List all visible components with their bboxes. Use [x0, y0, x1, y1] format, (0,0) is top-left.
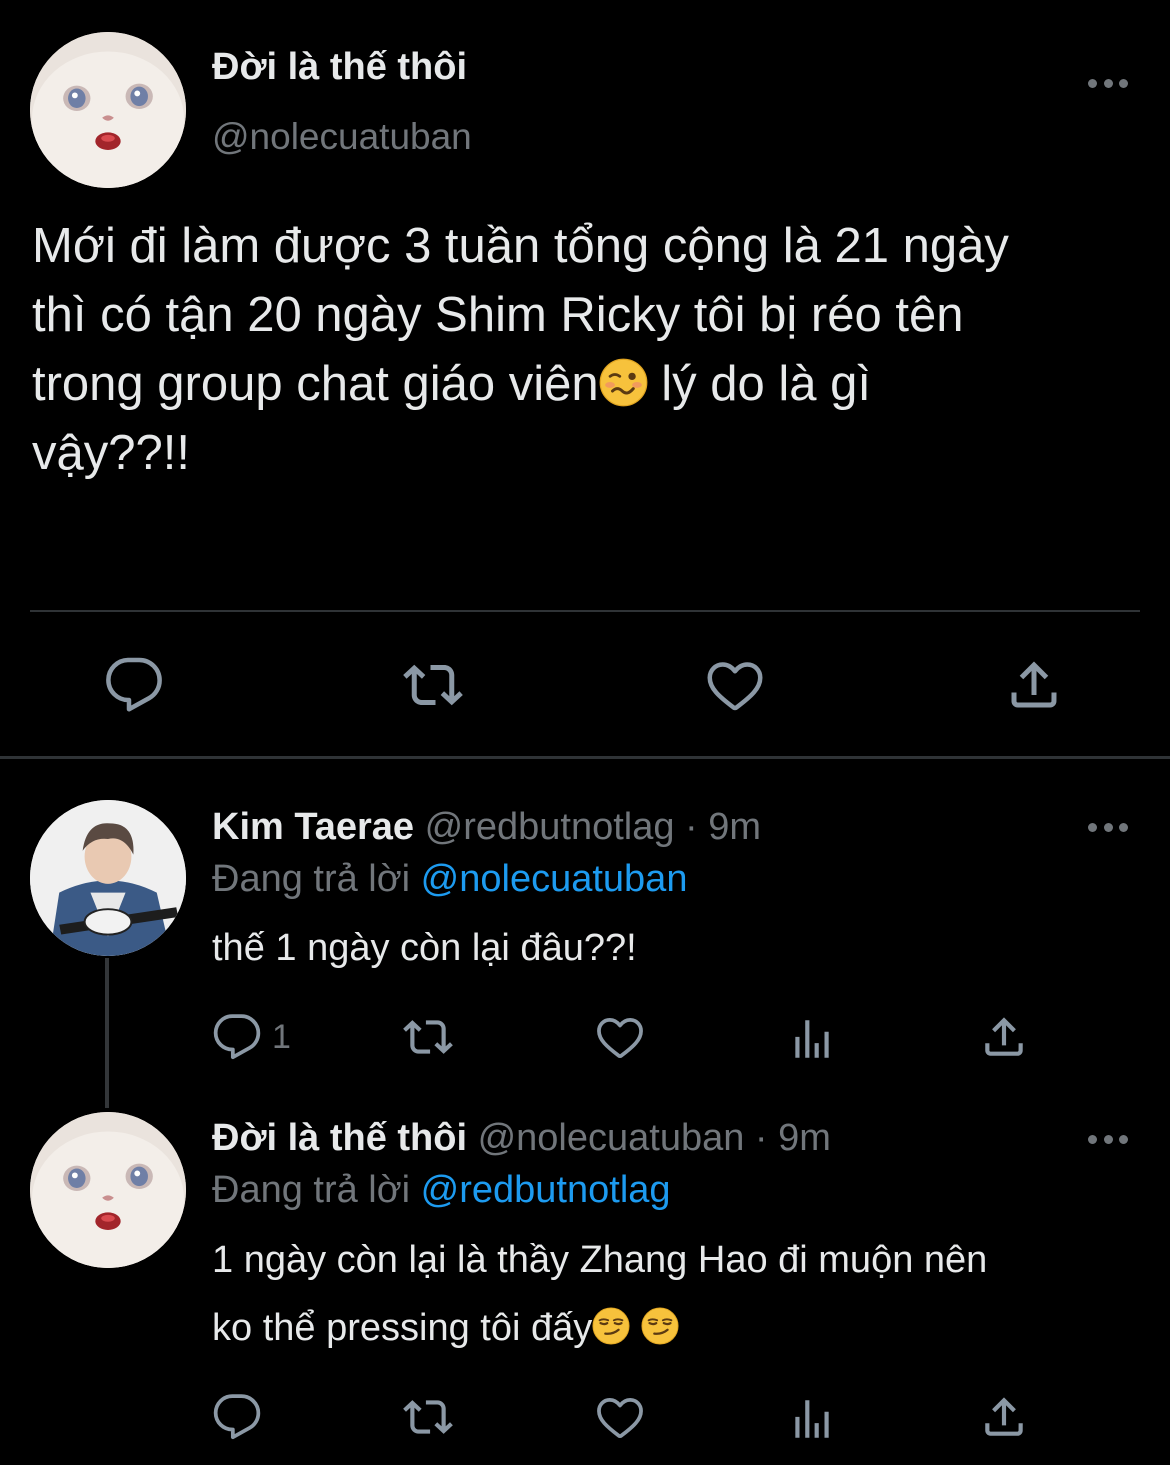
reply-button[interactable]: [212, 1392, 262, 1442]
author-name[interactable]: Đời là thế thôi: [212, 1117, 467, 1159]
share-button[interactable]: [978, 1012, 1030, 1062]
reply-header: Kim Taerae @redbutnotlag · 9m: [212, 806, 761, 849]
like-icon: [594, 1012, 646, 1062]
author-handle[interactable]: @redbutnotlag: [425, 806, 675, 848]
tweet-text: Mới đi làm được 3 tuần tổng cộng là 21 n…: [32, 219, 1009, 480]
woozy-face-emoji: [599, 358, 648, 407]
like-button[interactable]: [594, 1392, 646, 1442]
smirking-face-emoji: [592, 1307, 630, 1345]
retweet-button[interactable]: [400, 1392, 456, 1442]
author-name[interactable]: Đời là thế thôi: [212, 46, 467, 89]
author-name[interactable]: Kim Taerae: [212, 806, 414, 848]
analytics-icon: [786, 1394, 838, 1444]
mention-link[interactable]: @nolecuatuban: [421, 858, 688, 900]
divider: [30, 610, 1140, 612]
retweet-button[interactable]: [402, 655, 464, 715]
thread-connector: [105, 958, 109, 1108]
share-button[interactable]: [1004, 655, 1064, 715]
retweet-icon: [400, 1012, 456, 1062]
smirking-face-emoji: [641, 1307, 679, 1345]
replying-to: Đang trả lời @nolecuatuban: [212, 858, 688, 900]
share-button[interactable]: [978, 1392, 1030, 1442]
replying-to: Đang trả lời @redbutnotlag: [212, 1169, 671, 1211]
like-icon: [704, 655, 766, 715]
timestamp[interactable]: · 9m: [685, 806, 761, 848]
like-icon: [594, 1392, 646, 1442]
share-icon: [978, 1392, 1030, 1442]
reply-icon: [212, 1392, 262, 1442]
author-handle[interactable]: @nolecuatuban: [212, 116, 472, 158]
reply-button[interactable]: [104, 655, 164, 715]
analytics-button[interactable]: [786, 1014, 838, 1064]
like-button[interactable]: [704, 655, 766, 715]
more-icon[interactable]: [1088, 1132, 1128, 1146]
tweet-text: 1 ngày còn lại là thầy Zhang Hao đi muộn…: [212, 1239, 988, 1349]
reply-icon: [104, 655, 164, 715]
timestamp[interactable]: · 9m: [755, 1117, 831, 1159]
author-handle[interactable]: @nolecuatuban: [478, 1117, 745, 1159]
reply-header: Đời là thế thôi @nolecuatuban · 9m: [212, 1117, 831, 1160]
reply-icon: [212, 1012, 262, 1062]
cat-avatar-image: [30, 1112, 186, 1268]
tweet-text: thế 1 ngày còn lại đâu??!: [212, 927, 637, 969]
section-divider: [0, 756, 1170, 759]
share-icon: [1004, 655, 1064, 715]
retweet-icon: [400, 1392, 456, 1442]
retweet-icon: [402, 655, 464, 715]
cat-avatar-image: [30, 32, 186, 188]
mention-link[interactable]: @redbutnotlag: [421, 1169, 671, 1211]
avatar[interactable]: [30, 800, 186, 956]
more-icon[interactable]: [1088, 820, 1128, 834]
more-icon[interactable]: [1088, 76, 1128, 90]
reply-count: 1: [272, 1017, 291, 1056]
analytics-icon: [786, 1014, 838, 1064]
like-button[interactable]: [594, 1012, 646, 1062]
reply-button[interactable]: 1: [212, 1012, 291, 1062]
avatar[interactable]: [30, 1112, 186, 1268]
retweet-button[interactable]: [400, 1012, 456, 1062]
person-avatar-image: [30, 800, 186, 956]
avatar[interactable]: [30, 32, 186, 188]
share-icon: [978, 1012, 1030, 1062]
analytics-button[interactable]: [786, 1394, 838, 1444]
